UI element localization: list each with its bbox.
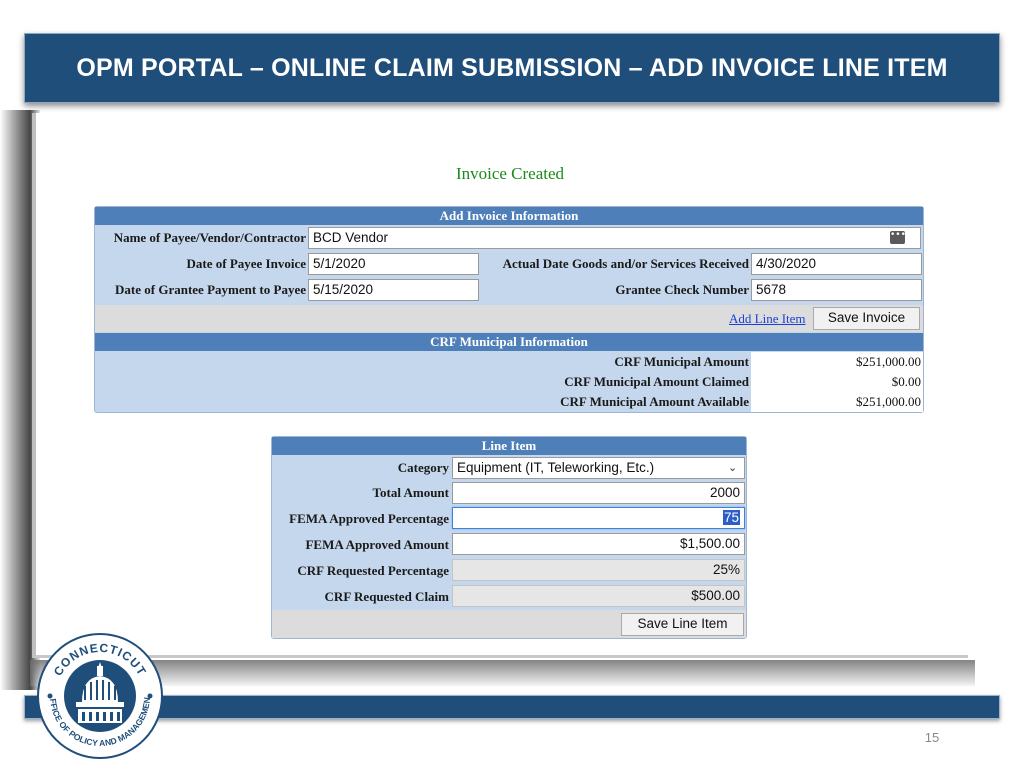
payment-date-label: Date of Grantee Payment to Payee [115, 282, 306, 297]
invoice-date-value: 5/1/2020 [313, 256, 366, 271]
crf-claim-label: CRF Requested Claim [324, 589, 449, 604]
slide-title: OPM PORTAL – ONLINE CLAIM SUBMISSION – A… [76, 53, 948, 82]
crf-amount-label: CRF Municipal Amount [614, 354, 749, 369]
line-item-panel-header: Line Item [272, 437, 746, 455]
fema-percentage-input[interactable]: 75 [452, 507, 745, 529]
save-invoice-button[interactable]: Save Invoice [813, 307, 920, 330]
fema-amount-input[interactable]: $1,500.00 [452, 533, 745, 555]
page-number: 15 [924, 730, 940, 745]
invoice-panel-header: Add Invoice Information [95, 207, 923, 225]
crf-available-label: CRF Municipal Amount Available [560, 394, 749, 409]
payee-value: BCD Vendor [313, 230, 389, 245]
check-number-label: Grantee Check Number [615, 282, 749, 297]
invoice-date-input[interactable]: 5/1/2020 [308, 253, 479, 275]
check-number-value: 5678 [756, 282, 787, 297]
crf-percentage-field: 25% [452, 559, 745, 581]
crf-percentage-value: 25% [712, 562, 740, 577]
category-value: Equipment (IT, Teleworking, Etc.) [457, 460, 655, 475]
chevron-down-icon[interactable]: ⌄ [728, 461, 737, 474]
crf-available-value: $251,000.00 [751, 392, 923, 412]
goods-date-input[interactable]: 4/30/2020 [751, 253, 922, 275]
lookup-icon[interactable]: ••• [890, 231, 906, 244]
payee-input[interactable]: BCD Vendor [308, 227, 921, 249]
status-message: Invoice Created [455, 164, 565, 183]
crf-claim-field: $500.00 [452, 585, 745, 607]
footer-bar [24, 695, 1000, 719]
goods-date-value: 4/30/2020 [756, 256, 817, 271]
crf-percentage-label: CRF Requested Percentage [297, 563, 449, 578]
crf-claimed-label: CRF Municipal Amount Claimed [564, 374, 749, 389]
check-number-input[interactable]: 5678 [751, 279, 922, 301]
total-amount-label: Total Amount [372, 485, 449, 500]
fema-percentage-label: FEMA Approved Percentage [289, 511, 449, 526]
crf-claim-value: $500.00 [691, 588, 740, 603]
crf-panel-header: CRF Municipal Information [95, 333, 923, 351]
payment-date-value: 5/15/2020 [313, 282, 374, 297]
save-line-item-button[interactable]: Save Line Item [621, 613, 744, 636]
fema-amount-label: FEMA Approved Amount [305, 537, 449, 552]
screenshot-shadow-bottom [30, 660, 975, 686]
payee-label: Name of Payee/Vendor/Contractor [113, 230, 306, 245]
total-amount-value: 2000 [709, 485, 740, 500]
total-amount-input[interactable]: 2000 [452, 482, 745, 504]
add-line-item-link[interactable]: Add Line Item [729, 311, 806, 327]
fema-percentage-value: 75 [722, 510, 740, 525]
category-label: Category [397, 460, 449, 475]
slide-title-banner: OPM PORTAL – ONLINE CLAIM SUBMISSION – A… [24, 33, 1000, 103]
crf-claimed-value: $0.00 [751, 372, 923, 392]
goods-date-label: Actual Date Goods and/or Services Receiv… [502, 256, 749, 271]
invoice-date-label: Date of Payee Invoice [186, 256, 307, 271]
fema-amount-value: $1,500.00 [679, 536, 740, 551]
category-select[interactable]: Equipment (IT, Teleworking, Etc.) [452, 457, 745, 479]
opm-seal-logo: CONNECTICUT OFFICE OF POLICY AND MANAGEM… [36, 632, 163, 759]
payment-date-input[interactable]: 5/15/2020 [308, 279, 479, 301]
crf-amount-value: $251,000.00 [751, 352, 923, 372]
